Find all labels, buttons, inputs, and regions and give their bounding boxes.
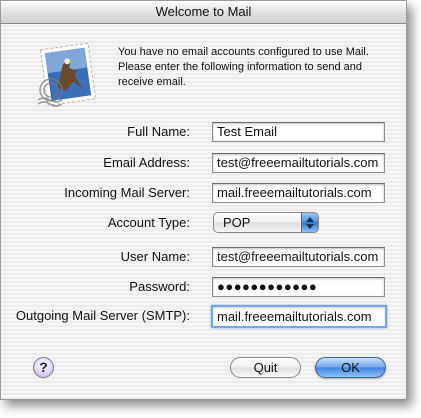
full-name-field[interactable]: Test Email — [212, 122, 385, 142]
outgoing-server-label: Outgoing Mail Server (SMTP): — [15, 308, 190, 323]
user-name-field[interactable]: test@freeemailtutorials.com — [212, 247, 385, 267]
incoming-server-label: Incoming Mail Server: — [64, 185, 190, 200]
password-label: Password: — [129, 279, 190, 294]
window-title: Welcome to Mail — [1, 1, 406, 24]
ok-button[interactable]: OK — [315, 357, 386, 378]
intro-message: You have no email accounts configured to… — [118, 46, 369, 88]
quit-button[interactable]: Quit — [230, 357, 301, 378]
account-type-label: Account Type: — [107, 215, 190, 230]
popup-arrows-icon[interactable] — [301, 213, 318, 232]
email-address-label: Email Address: — [103, 155, 190, 170]
incoming-server-field[interactable]: mail.freeemailtutorials.com — [212, 183, 385, 203]
password-field[interactable]: ●●●●●●●●●●●● — [212, 277, 385, 297]
account-type-popup[interactable]: POP — [213, 212, 319, 233]
outgoing-server-field[interactable]: mail.freeemailtutorials.com — [211, 305, 387, 328]
arrow-down-icon — [306, 224, 314, 229]
email-address-field[interactable]: test@freeemailtutorials.com — [212, 153, 385, 173]
user-name-label: User Name: — [120, 249, 190, 264]
mail-stamp-eagle-icon — [34, 38, 106, 110]
full-name-label: Full Name: — [127, 124, 190, 139]
help-button[interactable]: ? — [33, 357, 54, 378]
welcome-to-mail-window: Welcome to Mail You have no email accoun… — [0, 0, 407, 400]
account-type-value: POP — [223, 215, 251, 230]
arrow-up-icon — [306, 217, 314, 222]
